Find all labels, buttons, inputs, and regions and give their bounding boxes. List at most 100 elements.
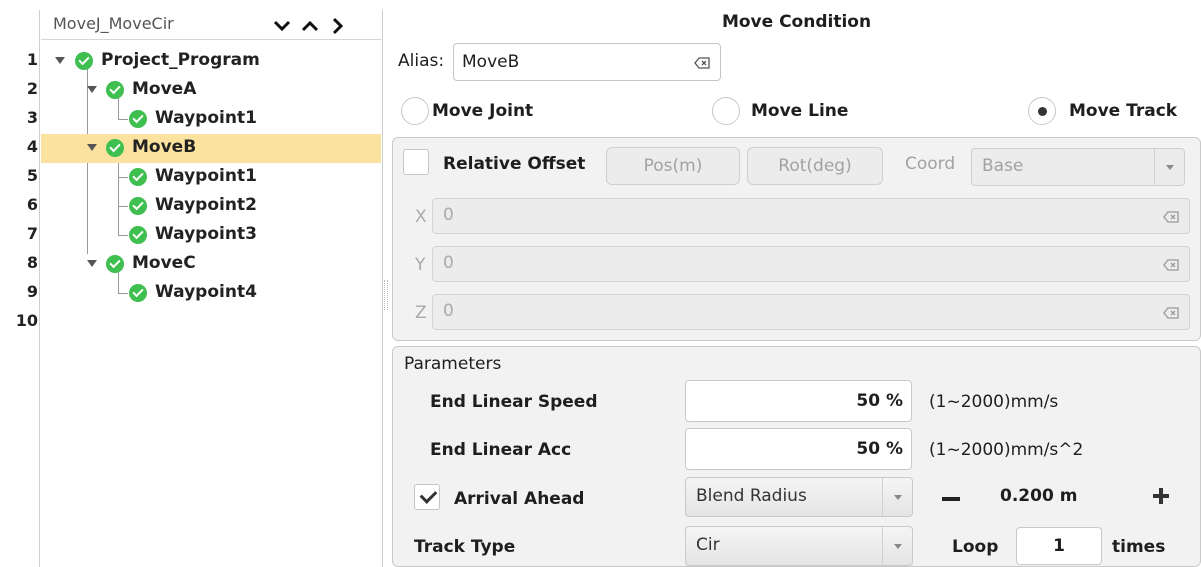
tree-item-label: Waypoint3 (155, 224, 257, 244)
x-offset-value: 0 (443, 205, 454, 225)
z-offset-input[interactable]: 0 (432, 294, 1190, 330)
pane-splitter-handle[interactable] (384, 280, 388, 310)
tree-item-moveb[interactable]: MoveB (41, 134, 381, 163)
loop-input[interactable]: 1 (1016, 527, 1102, 565)
expand-triangle-icon[interactable] (55, 57, 65, 64)
line-number: 4 (26, 137, 38, 156)
alias-input[interactable]: MoveB (453, 43, 721, 81)
check-circle-icon (75, 52, 93, 70)
tree-item-project-program[interactable]: Project_Program (41, 47, 381, 76)
end-linear-acc-value: 50 % (856, 439, 903, 459)
end-linear-acc-unit: (1~2000)mm/s^2 (929, 440, 1084, 460)
track-type-label: Track Type (414, 537, 516, 557)
arrival-mode-select[interactable]: Blend Radius (685, 477, 913, 517)
line-number: 6 (26, 195, 38, 214)
coord-select[interactable]: Base (971, 148, 1185, 186)
y-offset-input[interactable]: 0 (432, 246, 1190, 282)
clear-text-icon[interactable] (694, 57, 710, 69)
expand-triangle-icon[interactable] (87, 86, 97, 93)
y-axis-label: Y (415, 255, 426, 275)
tree-item-waypoint[interactable]: Waypoint1 (41, 105, 381, 134)
relative-offset-label: Relative Offset (443, 154, 586, 174)
check-circle-icon (106, 81, 124, 99)
z-offset-value: 0 (443, 301, 454, 321)
check-circle-icon (129, 197, 147, 215)
check-circle-icon (129, 168, 147, 186)
program-tree: MoveJ_MoveCir Project_Program MoveA Wayp… (41, 10, 383, 567)
tree-item-label: MoveC (132, 253, 196, 273)
tree-item-label: MoveA (132, 79, 197, 99)
check-circle-icon (129, 284, 147, 302)
chevron-right-icon[interactable] (327, 15, 349, 37)
line-number: 2 (26, 79, 38, 98)
line-number: 3 (26, 108, 38, 127)
line-number: 9 (26, 282, 38, 301)
dropdown-arrow-icon (1154, 149, 1184, 185)
expand-triangle-icon[interactable] (87, 260, 97, 267)
move-joint-radio[interactable] (401, 97, 429, 125)
line-number: 5 (26, 166, 38, 185)
times-label: times (1112, 537, 1166, 557)
line-number-gutter: 1 2 3 4 5 6 7 8 9 10 (0, 10, 40, 567)
loop-label: Loop (952, 537, 999, 557)
minus-icon[interactable] (942, 497, 960, 501)
parameters-title: Parameters (404, 354, 502, 374)
chevron-up-icon[interactable] (299, 15, 321, 37)
pos-button[interactable]: Pos(m) (606, 147, 740, 185)
end-linear-speed-unit: (1~2000)mm/s (929, 392, 1059, 412)
coord-label: Coord (905, 154, 956, 174)
arrival-ahead-label: Arrival Ahead (454, 489, 585, 509)
line-number: 8 (26, 253, 38, 272)
check-circle-icon (106, 255, 124, 273)
end-linear-acc-input[interactable]: 50 % (685, 428, 912, 470)
z-axis-label: Z (415, 303, 427, 323)
move-track-label: Move Track (1069, 101, 1178, 121)
check-circle-icon (129, 110, 147, 128)
alias-value: MoveB (462, 52, 520, 72)
panel-title: Move Condition (721, 12, 872, 32)
clear-text-icon[interactable] (1163, 211, 1179, 223)
program-title: MoveJ_MoveCir (53, 14, 174, 33)
move-joint-label: Move Joint (432, 101, 534, 121)
rot-button[interactable]: Rot(deg) (747, 147, 883, 185)
tree-item-waypoint[interactable]: Waypoint2 (41, 192, 381, 221)
alias-label: Alias: (398, 51, 445, 71)
tree-item-label: MoveB (132, 137, 197, 157)
tree-item-movea[interactable]: MoveA (41, 76, 381, 105)
tree-item-movec[interactable]: MoveC (41, 250, 381, 279)
relative-offset-checkbox[interactable] (403, 149, 429, 175)
tree-item-waypoint[interactable]: Waypoint3 (41, 221, 381, 250)
arrival-ahead-checkbox[interactable] (414, 484, 440, 510)
track-type-value: Cir (696, 535, 720, 555)
dropdown-arrow-icon (882, 478, 912, 516)
end-linear-speed-input[interactable]: 50 % (685, 380, 912, 422)
expand-triangle-icon[interactable] (87, 144, 97, 151)
track-type-select[interactable]: Cir (685, 526, 913, 566)
tree-item-label: Waypoint2 (155, 195, 257, 215)
check-circle-icon (129, 226, 147, 244)
loop-value: 1 (1053, 536, 1065, 556)
plus-icon[interactable] (1153, 488, 1169, 504)
move-line-radio[interactable] (712, 97, 740, 125)
clear-text-icon[interactable] (1163, 259, 1179, 271)
blend-radius-value: 0.200 m (1000, 486, 1078, 506)
tree-header: MoveJ_MoveCir (41, 10, 381, 40)
clear-text-icon[interactable] (1163, 307, 1179, 319)
tree-item-label: Waypoint1 (155, 108, 257, 128)
check-circle-icon (106, 139, 124, 157)
line-number: 10 (15, 311, 38, 330)
tree-item-waypoint[interactable]: Waypoint1 (41, 163, 381, 192)
y-offset-value: 0 (443, 253, 454, 273)
tree-item-label: Project_Program (101, 50, 260, 70)
x-axis-label: X (415, 207, 427, 227)
end-linear-speed-value: 50 % (856, 391, 903, 411)
dropdown-arrow-icon (882, 527, 912, 565)
coord-value: Base (982, 156, 1024, 176)
move-track-radio[interactable] (1028, 97, 1056, 125)
tree-item-label: Waypoint4 (155, 282, 257, 302)
line-number: 7 (26, 224, 38, 243)
end-linear-acc-label: End Linear Acc (430, 440, 572, 460)
chevron-down-icon[interactable] (271, 15, 293, 37)
x-offset-input[interactable]: 0 (432, 198, 1190, 234)
tree-item-waypoint[interactable]: Waypoint4 (41, 279, 381, 308)
